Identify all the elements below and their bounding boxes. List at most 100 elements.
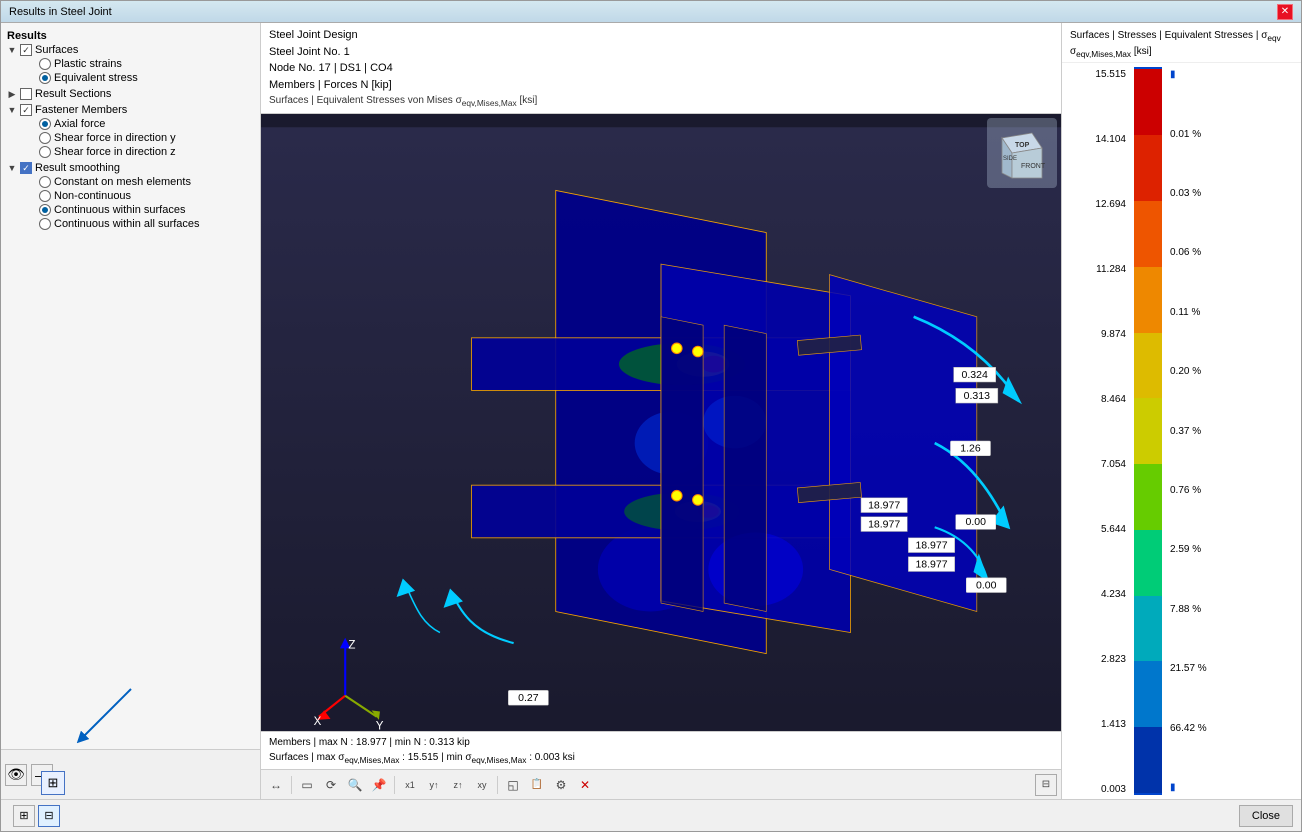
viewport[interactable]: 1.26 0.00 0.00 0.27 18.977 18 [261,114,1061,730]
pct-2: 0.06 % [1170,247,1297,258]
sidebar-item-non-continuous[interactable]: Non-continuous [7,189,254,203]
sidebar-item-shear-y[interactable]: Shear force in direction y [7,131,254,145]
tool-copy[interactable]: 📋 [526,774,548,796]
color-seg-7 [1134,530,1162,596]
equivalent-stress-label: Equivalent stress [54,72,138,84]
legend-values: 15.515 14.104 12.694 11.284 9.874 8.464 … [1066,67,1126,795]
center-panel: Steel Joint Design Steel Joint No. 1 Nod… [261,23,1061,799]
tool-move[interactable]: ↔ [265,774,287,796]
constant-mesh-label: Constant on mesh elements [54,176,191,188]
expand-icon-fastener: ▼ [7,105,17,115]
axial-force-radio[interactable] [39,118,51,130]
pct-4: 0.20 % [1170,366,1297,377]
svg-text:X: X [314,717,322,729]
sidebar-item-axial-force[interactable]: Axial force [7,117,254,131]
result-sections-checkbox[interactable] [20,88,32,100]
sidebar-item-constant-mesh[interactable]: Constant on mesh elements [7,175,254,189]
tool-frame[interactable]: ◱ [502,774,524,796]
color-seg-4 [1134,333,1162,399]
color-bar [1134,67,1162,795]
tool-zoom[interactable]: 🔍 [344,774,366,796]
svg-text:18.977: 18.977 [915,540,947,552]
plastic-strains-label: Plastic strains [54,58,122,70]
expand-icon-smoothing: ▼ [7,163,17,173]
svg-text:0.313: 0.313 [964,390,990,402]
close-window-button[interactable]: ✕ [1277,4,1293,20]
pct-7: 2.59 % [1170,544,1297,555]
header-line4: Members | Forces N [kip] [269,77,1053,94]
legend-val-9: 2.823 [1101,654,1126,665]
sidebar-item-equivalent-stress[interactable]: Equivalent stress [7,71,254,85]
pct-9: 21.57 % [1170,663,1297,674]
bottom-icon-2[interactable]: ⊟ [38,805,60,827]
shear-z-radio[interactable] [39,146,51,158]
result-smoothing-checkbox[interactable] [20,162,32,174]
pct-10: 66.42 % [1170,723,1297,734]
constant-mesh-radio[interactable] [39,176,51,188]
continuous-all-label: Continuous within all surfaces [54,218,200,230]
surfaces-checkbox[interactable] [20,44,32,56]
equivalent-stress-radio[interactable] [39,72,51,84]
tool-rotate[interactable]: ⟳ [320,774,342,796]
main-content: Results ▼ Surfaces Plastic strains Equiv… [1,23,1301,799]
header-line2: Steel Joint No. 1 [269,44,1053,61]
legend-val-10: 1.413 [1101,719,1126,730]
legend-val-4: 9.874 [1101,329,1126,340]
tool-y1[interactable]: y↑ [423,774,445,796]
continuous-all-radio[interactable] [39,218,51,230]
close-button[interactable]: Close [1239,805,1293,827]
bottom-icon-1[interactable]: ⊞ [13,805,35,827]
sidebar-item-result-sections[interactable]: ▶ Result Sections [7,87,254,101]
svg-text:0.324: 0.324 [962,369,988,381]
result-smoothing-label: Result smoothing [35,162,120,174]
pct-0: 0.01 % [1170,129,1297,140]
color-seg-6 [1134,464,1162,530]
plastic-strains-radio[interactable] [39,58,51,70]
tool-settings[interactable]: ⚙ [550,774,572,796]
tool-xy[interactable]: xy [471,774,493,796]
non-continuous-radio[interactable] [39,190,51,202]
sidebar-item-surfaces[interactable]: ▼ Surfaces [7,43,254,57]
bottom-left-icons: ⊞ ⊟ [9,800,1233,832]
sidebar-item-plastic-strains[interactable]: Plastic strains [7,57,254,71]
table-icon-button[interactable]: ⊞ [41,771,65,795]
eye-icon-button[interactable]: 👁 [5,764,27,786]
tool-x1[interactable]: x1 [399,774,421,796]
tool-z1[interactable]: z↑ [447,774,469,796]
bottom-line1: Members | max N : 18.977 | min N : 0.313… [269,735,1053,750]
legend-val-7: 5.644 [1101,524,1126,535]
sidebar-item-fastener-members[interactable]: ▼ Fastener Members [7,103,254,117]
result-sections-label: Result Sections [35,88,111,100]
pct-8: 7.88 % [1170,604,1297,615]
continuous-surfaces-radio[interactable] [39,204,51,216]
fastener-checkbox[interactable] [20,104,32,116]
left-panel: Results ▼ Surfaces Plastic strains Equiv… [1,23,261,799]
expand-icon-sections: ▶ [7,89,17,99]
svg-text:0.00: 0.00 [966,517,987,529]
svg-text:18.977: 18.977 [868,519,900,531]
sidebar-item-result-smoothing[interactable]: ▼ Result smoothing [7,161,254,175]
shear-y-radio[interactable] [39,132,51,144]
sidebar-item-continuous-surfaces[interactable]: Continuous within surfaces [7,203,254,217]
bottom-bar: Members | max N : 18.977 | min N : 0.313… [261,731,1061,769]
svg-text:TOP: TOP [1015,142,1030,149]
continuous-surfaces-label: Continuous within surfaces [54,204,185,216]
header-subtitle: Surfaces | Equivalent Stresses von Mises… [269,93,1053,109]
results-label: Results [7,30,47,42]
legend-val-11: 0.003 [1101,784,1126,795]
svg-text:0.27: 0.27 [518,692,539,704]
sidebar-item-continuous-all[interactable]: Continuous within all surfaces [7,217,254,231]
pct-5: 0.37 % [1170,426,1297,437]
separator2 [394,776,395,794]
center-header: Steel Joint Design Steel Joint No. 1 Nod… [261,23,1061,114]
tool-pin[interactable]: 📌 [368,774,390,796]
tool-select[interactable]: ▭ [296,774,318,796]
bottom-bar-marker: ▮ [1170,782,1297,793]
sidebar-item-shear-z[interactable]: Shear force in direction z [7,145,254,159]
tool-close[interactable]: ✕ [574,774,596,796]
tool-info[interactable]: ⊟ [1035,774,1057,796]
bottom-marker [1134,793,1162,795]
right-panel: Surfaces | Stresses | Equivalent Stresse… [1061,23,1301,799]
orientation-cube[interactable]: TOP SIDE FRONT [987,118,1057,188]
3d-scene: 1.26 0.00 0.00 0.27 18.977 18 [261,114,1061,730]
